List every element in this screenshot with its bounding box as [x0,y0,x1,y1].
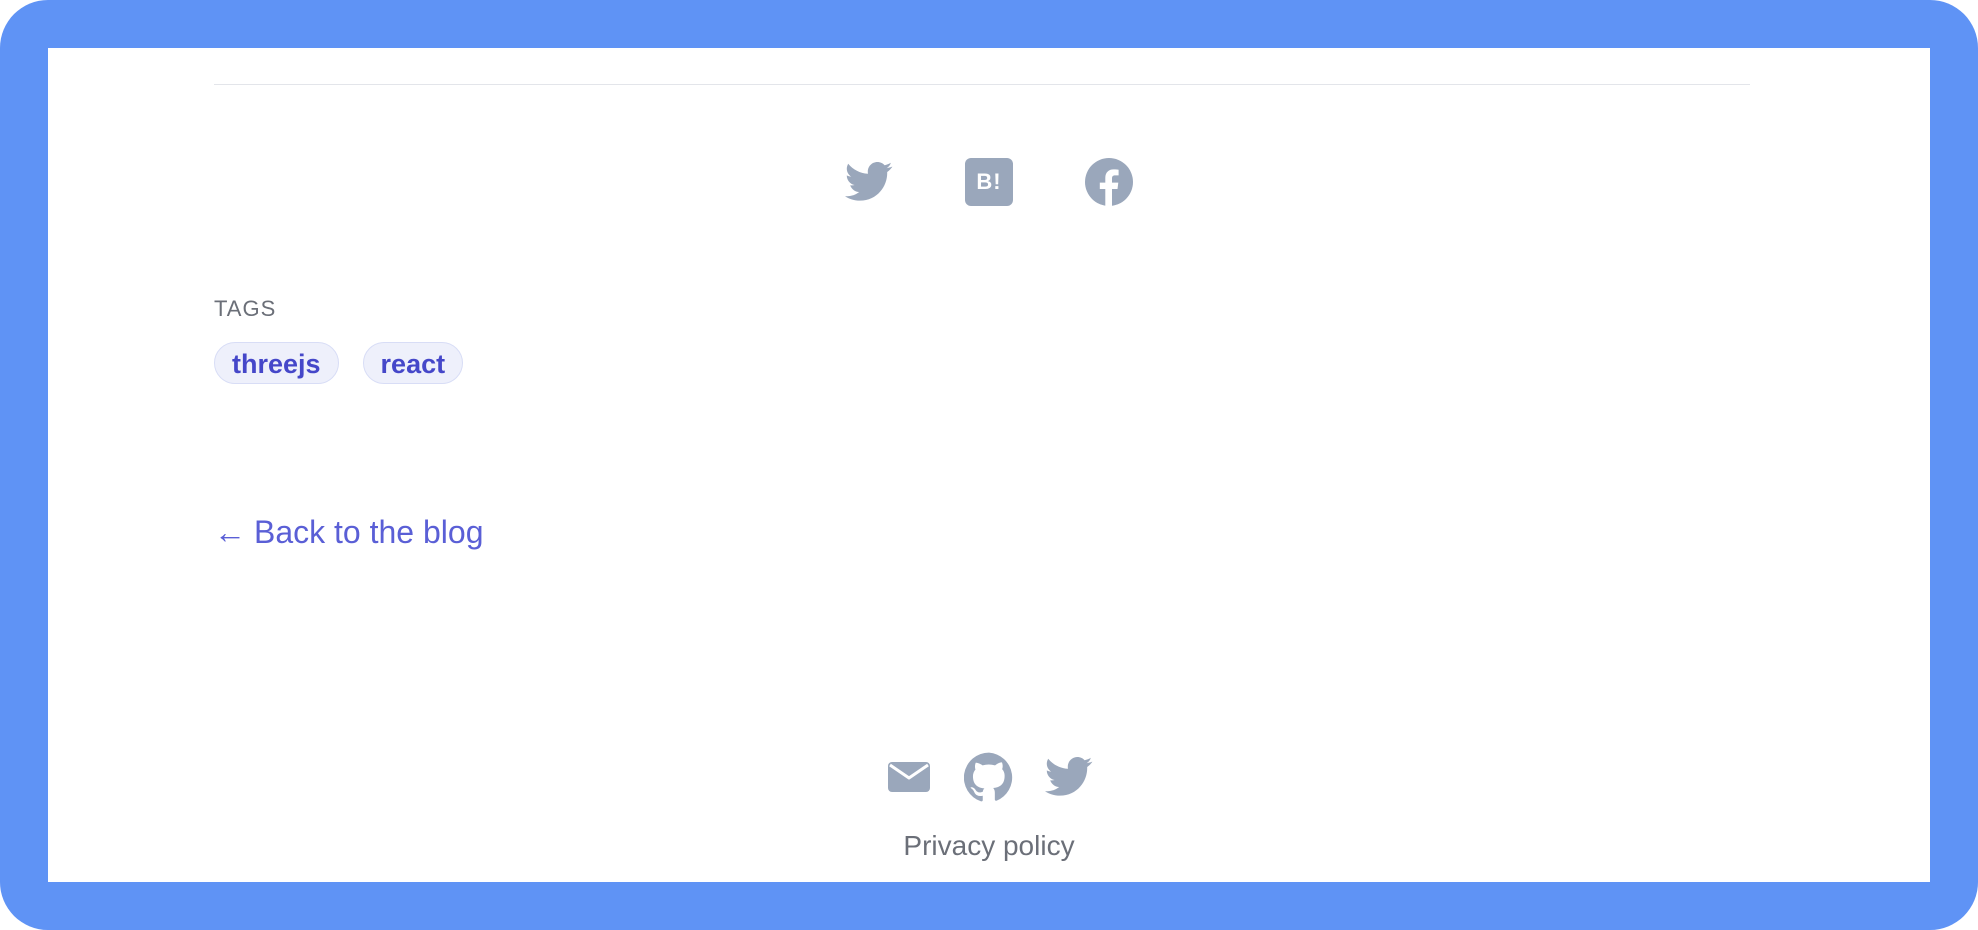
arrow-left-icon: ← [214,514,246,550]
back-to-blog-label: Back to the blog [254,514,484,550]
footer-twitter-link[interactable] [1044,752,1094,802]
tag-react[interactable]: react [362,342,464,384]
hatena-bookmark-label: B! [976,169,1002,194]
share-facebook-button[interactable] [1085,158,1133,206]
tag-threejs[interactable]: threejs [214,342,339,384]
twitter-icon [845,162,893,201]
twitter-icon [1045,757,1093,796]
tags-heading: TAGS [214,296,277,321]
facebook-icon [1085,158,1133,206]
content-divider [214,84,1750,85]
footer-social-links [48,752,1930,802]
footer-github-link[interactable] [964,752,1014,802]
back-to-blog-link[interactable]: ← Back to the blog [214,514,483,551]
blog-post-footer: B! TAGS threejs react ← Back to the blog [48,48,1930,882]
share-buttons: B! [48,158,1930,208]
mail-icon [888,762,930,792]
share-twitter-button[interactable] [845,158,893,206]
tag-list: threejs react [214,342,464,384]
footer-mail-link[interactable] [884,752,934,802]
github-icon [964,752,1013,802]
privacy-policy-link[interactable]: Privacy policy [48,830,1930,862]
share-hatena-button[interactable]: B! [965,158,1013,206]
